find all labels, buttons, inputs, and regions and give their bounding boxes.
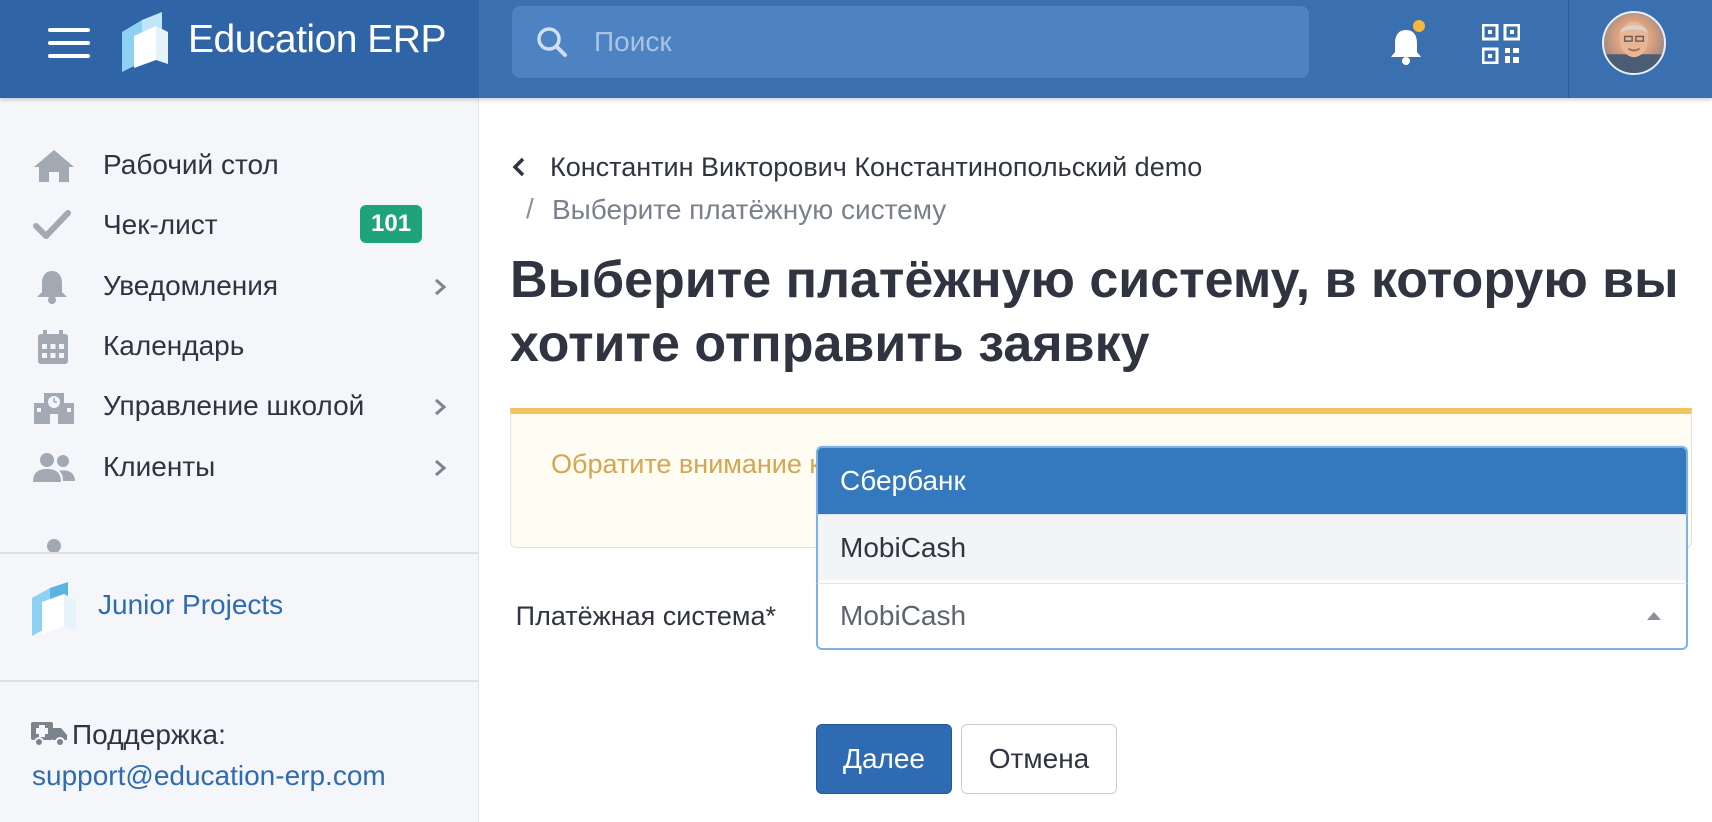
sidebar-item-school-management[interactable]: Управление школой <box>0 375 478 435</box>
user-photo-icon <box>1604 21 1664 73</box>
organization-name: Junior Projects <box>98 589 284 620</box>
next-button[interactable]: Далее <box>816 724 952 794</box>
sidebar-menu: Рабочий стол Чек-лист 101 Уведомления Ка… <box>0 98 478 552</box>
page-title: Выберите платёжную систему, в которую вы… <box>510 251 1679 373</box>
breadcrumb-current: Выберите платёжную систему <box>552 194 947 225</box>
brand-area: Education ERP <box>0 0 479 98</box>
option-label: Сбербанк <box>840 465 966 496</box>
cancel-button[interactable]: Отмена <box>961 724 1117 794</box>
sidebar-divider <box>0 552 478 554</box>
calendar-icon <box>38 330 68 364</box>
sidebar-item-calendar[interactable]: Календарь <box>0 315 478 375</box>
book-logo-icon <box>122 12 168 72</box>
support-email-link[interactable]: support@education-erp.com <box>32 760 386 792</box>
select-value: MobiCash <box>840 600 967 631</box>
option-label: MobiCash <box>840 532 967 563</box>
payment-system-label: Платёжная система* <box>515 601 776 631</box>
home-icon <box>34 150 74 182</box>
breadcrumb-separator: / <box>526 193 534 224</box>
back-chevron-icon[interactable] <box>510 156 528 178</box>
payment-system-dropdown: Сбербанк MobiCash <box>816 446 1688 584</box>
user-avatar[interactable] <box>1602 11 1666 75</box>
sidebar-item-label: Клиенты <box>103 451 216 482</box>
notification-dot <box>1413 20 1425 32</box>
sidebar-divider <box>0 680 478 682</box>
support-label-text: Поддержка: <box>72 719 226 750</box>
sidebar-item-label: Управление школой <box>103 390 365 421</box>
check-icon <box>33 210 71 239</box>
header-divider <box>1568 0 1569 98</box>
search-box[interactable] <box>512 6 1309 78</box>
checklist-count-badge: 101 <box>360 205 423 243</box>
sidebar-item-checklist[interactable]: Чек-лист 101 <box>0 194 478 254</box>
breadcrumb-parent-link[interactable]: Константин Викторович Константинопольски… <box>550 152 1202 183</box>
chevron-right-icon <box>435 398 447 416</box>
payment-system-select[interactable]: MobiCash <box>816 584 1688 650</box>
organization-logo-icon <box>32 582 76 636</box>
ambulance-icon <box>31 722 67 747</box>
support-label: Поддержка: <box>30 718 226 758</box>
sidebar-item-clients[interactable]: Клиенты <box>0 436 478 496</box>
sidebar-item-label: Календарь <box>103 330 245 361</box>
sidebar-item-desktop[interactable]: Рабочий стол <box>0 134 478 194</box>
menu-toggle-button[interactable] <box>48 28 90 58</box>
organization-link[interactable]: Junior Projects <box>0 562 478 652</box>
user-icon <box>47 539 61 552</box>
search-input[interactable] <box>592 6 1272 78</box>
search-icon <box>537 27 567 57</box>
chevron-right-icon <box>435 459 447 477</box>
users-icon <box>33 453 75 482</box>
main-content: Константин Викторович Константинопольски… <box>480 98 1712 822</box>
sidebar-item-notifications[interactable]: Уведомления <box>0 255 478 315</box>
sidebar-item-label: Чек-лист <box>103 209 218 240</box>
option-mobicash[interactable]: MobiCash <box>818 514 1686 580</box>
app-title[interactable]: Education ERP <box>188 18 447 62</box>
school-icon <box>34 393 74 424</box>
qr-code-icon[interactable] <box>1482 24 1520 64</box>
sidebar: Рабочий стол Чек-лист 101 Уведомления Ка… <box>0 98 479 822</box>
bell-icon <box>37 271 67 304</box>
sidebar-item-label: Рабочий стол <box>103 149 279 180</box>
option-sberbank[interactable]: Сбербанк <box>818 448 1686 514</box>
chevron-right-icon <box>435 278 447 296</box>
caret-up-icon <box>1647 612 1661 620</box>
top-header: Education ERP <box>0 0 1712 98</box>
sidebar-item-label: Уведомления <box>103 270 279 301</box>
